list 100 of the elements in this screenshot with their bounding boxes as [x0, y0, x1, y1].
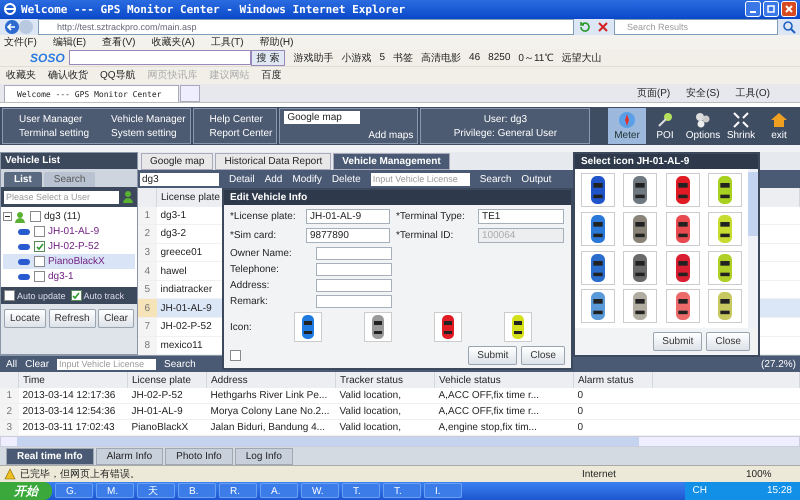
toolbar-button[interactable]: POI — [646, 108, 684, 144]
input-field[interactable] — [316, 263, 392, 276]
icon-option[interactable] — [708, 212, 742, 246]
checkbox[interactable] — [34, 241, 45, 252]
column-header[interactable]: Alarm status — [574, 372, 652, 388]
info-tab[interactable]: Real time Info — [6, 448, 94, 466]
favorite-link[interactable]: 收藏夹 — [6, 68, 36, 82]
taskbar-button[interactable]: T. — [342, 483, 380, 498]
input-field[interactable]: 9877890 — [306, 228, 390, 244]
favorite-link[interactable]: 百度 — [262, 68, 282, 82]
maximize-button[interactable] — [763, 1, 779, 18]
toolbar-action[interactable]: Modify — [292, 174, 322, 185]
icon-option[interactable] — [708, 250, 742, 285]
icon-option[interactable] — [708, 173, 742, 208]
toolbar-item[interactable]: 5 — [379, 52, 386, 64]
stop-icon[interactable] — [596, 20, 610, 34]
checkbox[interactable] — [34, 226, 45, 238]
command-menu[interactable]: 页面(P) — [636, 86, 670, 100]
toolbar-item[interactable]: 游戏助手 — [293, 50, 334, 65]
input-field[interactable]: TE1 — [478, 209, 564, 224]
minimize-button[interactable] — [745, 1, 761, 18]
soso-search-field[interactable] — [68, 50, 251, 66]
input-field[interactable] — [316, 295, 392, 308]
column-header[interactable]: License plate — [128, 372, 206, 388]
close-button[interactable] — [781, 1, 797, 18]
column-header[interactable]: Tracker status — [336, 372, 434, 388]
checkbox[interactable] — [4, 290, 15, 302]
taskbar-button[interactable]: G. — [55, 483, 93, 498]
checkbox[interactable] — [230, 350, 241, 362]
menu-item[interactable]: 查看(V) — [102, 35, 136, 50]
content-tab[interactable]: Historical Data Report — [215, 153, 332, 170]
back-forward-icon[interactable] — [4, 18, 34, 35]
menu-item[interactable]: 工具(T) — [210, 35, 244, 50]
icon-option[interactable] — [364, 312, 392, 342]
input-field[interactable] — [316, 279, 392, 292]
icon-option[interactable] — [666, 212, 700, 246]
panel-tab[interactable]: Search — [44, 172, 96, 188]
toolbar-action[interactable]: All — [6, 358, 18, 370]
icon-option[interactable] — [623, 212, 658, 246]
add-maps-button[interactable]: Add maps — [368, 118, 414, 143]
tree-row[interactable]: dg3-1 — [3, 269, 135, 284]
toolbar-button[interactable]: Meter — [608, 108, 646, 144]
panel-tab[interactable]: List — [4, 172, 42, 188]
app-menu[interactable]: Report Center — [198, 128, 272, 139]
toolbar-item[interactable]: 远望大山 — [561, 50, 602, 65]
checkbox[interactable] — [34, 271, 45, 282]
tree-node[interactable]: dg3 (11) — [44, 211, 81, 222]
toolbar-action[interactable]: Clear — [25, 358, 50, 370]
favorite-link[interactable]: 确认收货 — [48, 68, 88, 82]
collapse-icon[interactable] — [3, 212, 12, 222]
toolbar-item[interactable]: 书签 — [393, 50, 414, 65]
app-menu[interactable]: User Manager — [7, 114, 90, 125]
toolbar-item[interactable]: 46 — [469, 52, 480, 64]
icon-option[interactable] — [581, 173, 616, 208]
taskbar-button[interactable]: T. — [383, 483, 421, 498]
search-button[interactable]: Search — [480, 174, 512, 185]
content-tab[interactable]: Google map — [141, 153, 214, 170]
icon-option[interactable] — [581, 250, 616, 285]
taskbar-button[interactable]: I. — [424, 483, 462, 498]
icon-option[interactable] — [623, 289, 658, 324]
favorite-link[interactable]: QQ导航 — [100, 68, 136, 82]
search-icon[interactable] — [782, 20, 796, 34]
icon-option[interactable] — [666, 289, 700, 324]
panel-button[interactable]: Refresh — [48, 309, 96, 328]
toolbar-button[interactable]: Options — [684, 108, 722, 144]
checkbox[interactable] — [70, 290, 82, 302]
app-menu[interactable]: Vehicle Manager — [99, 114, 186, 125]
column-header[interactable]: Address — [206, 372, 336, 388]
info-tab[interactable]: Photo Info — [165, 448, 233, 466]
toolbar-button[interactable]: Shrink — [722, 108, 760, 144]
content-tab[interactable]: Vehicle Management — [333, 153, 450, 170]
toolbar-item[interactable]: 高清电影 — [421, 50, 462, 65]
taskbar-button[interactable]: B. — [178, 483, 216, 498]
command-menu[interactable]: 安全(S) — [686, 86, 720, 100]
column-header[interactable]: Vehicle status — [434, 372, 574, 388]
icon-option[interactable] — [434, 312, 462, 342]
app-menu[interactable]: Help Center — [198, 114, 272, 125]
checkbox[interactable] — [34, 256, 45, 268]
taskbar-button[interactable]: A. — [260, 483, 298, 498]
icon-option[interactable] — [708, 289, 742, 324]
toolbar-button[interactable]: exit — [760, 108, 798, 144]
app-menu[interactable]: System setting — [99, 128, 186, 139]
input-field[interactable] — [316, 247, 392, 260]
icon-option[interactable] — [504, 312, 532, 342]
icon-option[interactable] — [581, 289, 616, 324]
toolbar-action[interactable]: Detail — [229, 174, 255, 185]
vertical-scrollbar[interactable] — [748, 169, 758, 328]
zoom-level[interactable]: 100% — [746, 468, 796, 480]
map-select[interactable]: Google map — [284, 111, 360, 124]
tree-row[interactable]: JH-01-AL-9 — [3, 224, 135, 240]
icon-option[interactable] — [623, 173, 658, 208]
checkbox[interactable] — [30, 211, 41, 222]
icon-option[interactable] — [581, 212, 616, 246]
toolbar-item[interactable]: 8250 — [488, 52, 510, 64]
command-menu[interactable]: 工具(O) — [736, 86, 770, 100]
output-button[interactable]: Output — [521, 174, 552, 185]
menu-item[interactable]: 编辑(E) — [52, 35, 86, 50]
toolbar-action[interactable]: Add — [264, 174, 282, 185]
toolbar-item[interactable]: 0～11℃ — [518, 50, 554, 65]
refresh-icon[interactable] — [578, 20, 592, 34]
